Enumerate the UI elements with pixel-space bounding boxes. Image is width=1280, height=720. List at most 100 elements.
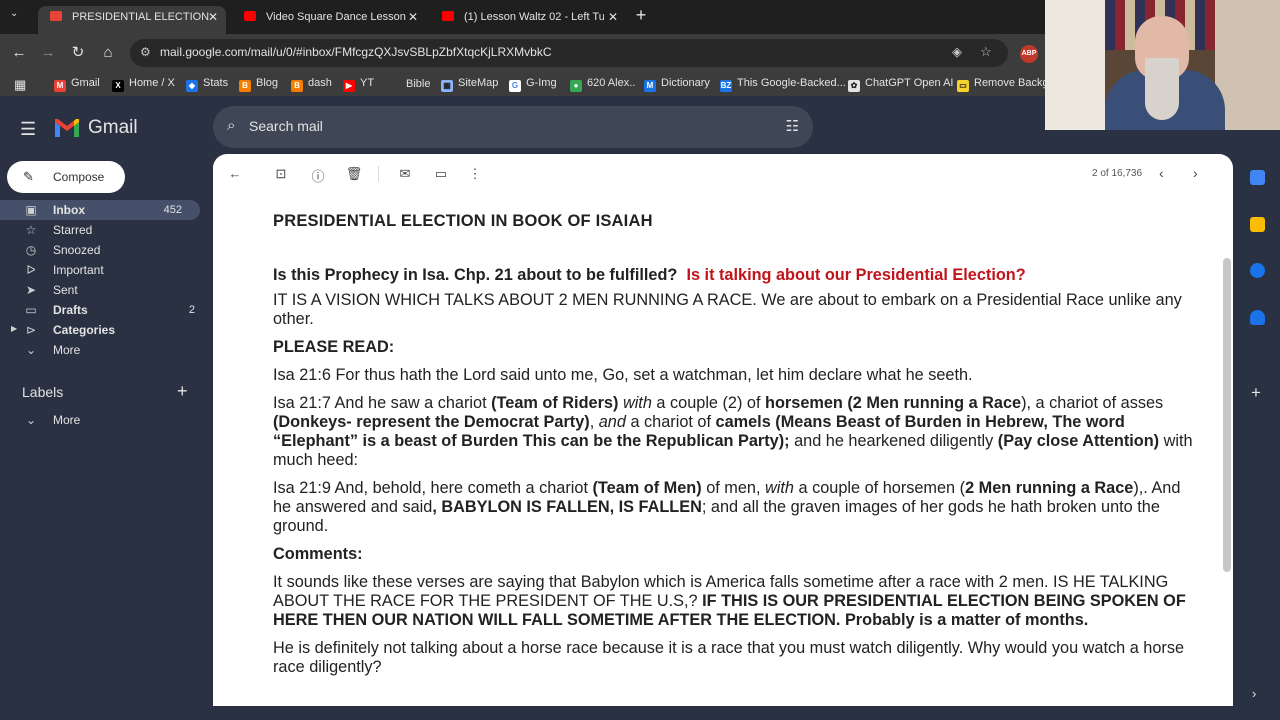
sidebar-item-starred[interactable]: ☆ Starred bbox=[0, 220, 213, 240]
scrollbar-thumb[interactable] bbox=[1223, 258, 1231, 572]
bible-icon bbox=[389, 77, 401, 89]
intro-paragraph: IT IS A VISION WHICH TALKS ABOUT 2 MEN R… bbox=[273, 291, 1182, 328]
webcam-overlay bbox=[1045, 0, 1280, 130]
x-icon: X bbox=[112, 80, 124, 92]
sidebar-item-labels-more[interactable]: ⌄ More bbox=[0, 410, 213, 430]
show-side-panel-icon[interactable]: › bbox=[1252, 686, 1256, 701]
close-icon[interactable]: ✕ bbox=[408, 6, 418, 28]
bookmark-yt[interactable]: ▶ YT bbox=[343, 77, 374, 92]
dictionary-icon: M bbox=[644, 80, 656, 92]
tab-label: Video Square Dance Lessons - bbox=[266, 11, 406, 23]
comments-heading: Comments: bbox=[273, 545, 363, 563]
get-addons-icon[interactable]: + bbox=[1251, 383, 1261, 403]
email-reading-pane: ← ⊡ ⓘ 🗑 ✉ ▭ ⋮ 2 of 16,736 ‹ › PRESIDENTI… bbox=[213, 154, 1233, 706]
bookmark-620-alex[interactable]: ● 620 Alex.. bbox=[570, 77, 635, 92]
email-body: PRESIDENTIAL ELECTION IN BOOK OF ISAIAH … bbox=[273, 212, 1203, 686]
bookmark-g-img[interactable]: G G-Img bbox=[509, 77, 557, 92]
bookmark-dictionary[interactable]: M Dictionary bbox=[644, 77, 710, 92]
clock-icon: ◷ bbox=[25, 243, 37, 257]
bookmark-google-backed[interactable]: BZ This Google-Backed... bbox=[720, 77, 846, 92]
bookmark-remove-bg[interactable]: ▭ Remove Backgr bbox=[957, 77, 1052, 92]
archive-icon[interactable]: ⊡ bbox=[272, 166, 290, 182]
apps-grid-icon[interactable]: ▦ bbox=[14, 77, 26, 93]
tab-gmail[interactable]: PRESIDENTIAL ELECTION IN BO ✕ bbox=[38, 6, 226, 34]
sidebar-item-snoozed[interactable]: ◷ Snoozed bbox=[0, 240, 213, 260]
unread-count: 452 bbox=[163, 204, 182, 216]
tab-lesson-waltz[interactable]: (1) Lesson Waltz 02 - Left Turni ✕ bbox=[430, 6, 626, 34]
delete-icon[interactable]: 🗑 bbox=[345, 166, 363, 182]
site-info-icon[interactable]: ⚙ bbox=[140, 45, 151, 59]
tab-search-icon[interactable]: ⌄ bbox=[10, 8, 18, 19]
label-icon: ⊳ bbox=[25, 323, 37, 337]
contacts-icon[interactable] bbox=[1250, 310, 1265, 325]
search-icon[interactable]: ⌕ bbox=[227, 117, 235, 134]
bookmark-blog[interactable]: B Blog bbox=[239, 77, 278, 92]
maps-icon: ● bbox=[570, 80, 582, 92]
compose-label: Compose bbox=[53, 170, 105, 184]
close-icon[interactable]: ✕ bbox=[608, 6, 618, 28]
question-text: Is this Prophecy in Isa. Chp. 21 about t… bbox=[273, 266, 678, 284]
verse-21-7: Isa 21:7 And he saw a chariot (Team of R… bbox=[273, 394, 1193, 469]
search-bar[interactable]: ⌕ ☷ bbox=[213, 106, 813, 148]
gmail-icon: M bbox=[54, 80, 66, 92]
keep-icon[interactable] bbox=[1250, 217, 1265, 232]
sidebar-item-label: Snoozed bbox=[53, 243, 101, 257]
bookmark-dash[interactable]: Bdash bbox=[291, 77, 332, 92]
home-icon[interactable]: ⌂ bbox=[97, 42, 119, 64]
report-spam-icon[interactable]: ⓘ bbox=[309, 166, 327, 185]
chevron-down-icon: ⌄ bbox=[25, 343, 37, 357]
expand-caret-icon[interactable]: ▶ bbox=[11, 324, 17, 333]
adblock-plus-icon[interactable]: ABP bbox=[1020, 45, 1038, 63]
pencil-icon: ✎ bbox=[23, 169, 34, 184]
more-options-icon[interactable]: ⋮ bbox=[466, 166, 484, 182]
email-toolbar: ← ⊡ ⓘ 🗑 ✉ ▭ ⋮ 2 of 16,736 ‹ › bbox=[213, 154, 1233, 196]
add-label-button[interactable]: + bbox=[177, 381, 188, 402]
gmail-m-icon bbox=[55, 119, 79, 137]
blogger-icon: B bbox=[291, 80, 303, 92]
mark-unread-icon[interactable]: ✉ bbox=[396, 166, 414, 182]
sidebar-item-label: More bbox=[53, 343, 81, 357]
compose-button[interactable]: ✎ Compose bbox=[7, 161, 125, 193]
star-icon: ☆ bbox=[25, 223, 37, 237]
sidebar-item-categories[interactable]: ▶ ⊳ Categories bbox=[0, 320, 213, 340]
move-to-icon[interactable]: ▭ bbox=[432, 166, 450, 182]
sidebar-item-inbox[interactable]: ▣ Inbox 452 bbox=[0, 200, 200, 220]
new-tab-button[interactable]: + bbox=[632, 6, 650, 26]
sidebar-item-more[interactable]: ⌄ More bbox=[0, 340, 213, 360]
search-options-icon[interactable]: ☷ bbox=[786, 117, 799, 135]
close-icon[interactable]: ✕ bbox=[208, 6, 218, 28]
question-paragraph: Is this Prophecy in Isa. Chp. 21 about t… bbox=[273, 266, 1203, 285]
sidebar-item-important[interactable]: ᐅ Important bbox=[0, 260, 213, 280]
back-icon[interactable]: ← bbox=[8, 42, 30, 64]
send-icon: ➤ bbox=[25, 283, 37, 297]
tasks-icon[interactable] bbox=[1250, 263, 1265, 278]
sidebar-item-label: Starred bbox=[53, 223, 93, 237]
bookmark-star-icon[interactable]: ☆ bbox=[980, 44, 992, 60]
bookmark-home-x[interactable]: X Home / X bbox=[112, 77, 175, 92]
google-icon: G bbox=[509, 80, 521, 92]
older-chevron-icon[interactable]: › bbox=[1193, 165, 1198, 181]
bookmark-sitemap[interactable]: ▦ SiteMap bbox=[441, 77, 498, 92]
main-menu-icon[interactable]: ☰ bbox=[20, 119, 36, 140]
back-to-inbox-icon[interactable]: ← bbox=[226, 166, 244, 181]
newer-chevron-icon[interactable]: ‹ bbox=[1159, 165, 1164, 181]
calendar-icon[interactable] bbox=[1250, 170, 1265, 185]
lens-icon[interactable]: ◈ bbox=[952, 44, 962, 60]
tab-video-square-dance[interactable]: Video Square Dance Lessons - ✕ bbox=[232, 6, 426, 34]
bookmark-chatgpt[interactable]: ✿ ChatGPT Open AI bbox=[848, 77, 953, 92]
reload-icon[interactable]: ↻ bbox=[67, 42, 89, 64]
sidebar-item-sent[interactable]: ➤ Sent bbox=[0, 280, 213, 300]
bookmark-stats[interactable]: ◆ Stats bbox=[186, 77, 228, 92]
remove-bg-icon: ▭ bbox=[957, 80, 969, 92]
search-input[interactable] bbox=[249, 118, 749, 134]
url-text[interactable]: mail.google.com/mail/u/0/#inbox/FMfcgzQX… bbox=[160, 45, 551, 59]
bookmark-bible[interactable]: Bible bbox=[389, 77, 430, 90]
draft-count: 2 bbox=[188, 304, 195, 316]
address-bar[interactable]: ⚙ mail.google.com/mail/u/0/#inbox/FMfcgz… bbox=[130, 39, 1008, 67]
forward-icon[interactable]: → bbox=[37, 42, 59, 64]
verse-21-9: Isa 21:9 And, behold, here cometh a char… bbox=[273, 479, 1181, 535]
pager-count: 2 of 16,736 bbox=[1092, 168, 1143, 179]
bookmark-gmail[interactable]: M Gmail bbox=[54, 77, 100, 92]
sidebar-item-label: Drafts bbox=[53, 303, 88, 317]
sidebar-item-drafts[interactable]: ▭ Drafts 2 bbox=[0, 300, 213, 320]
